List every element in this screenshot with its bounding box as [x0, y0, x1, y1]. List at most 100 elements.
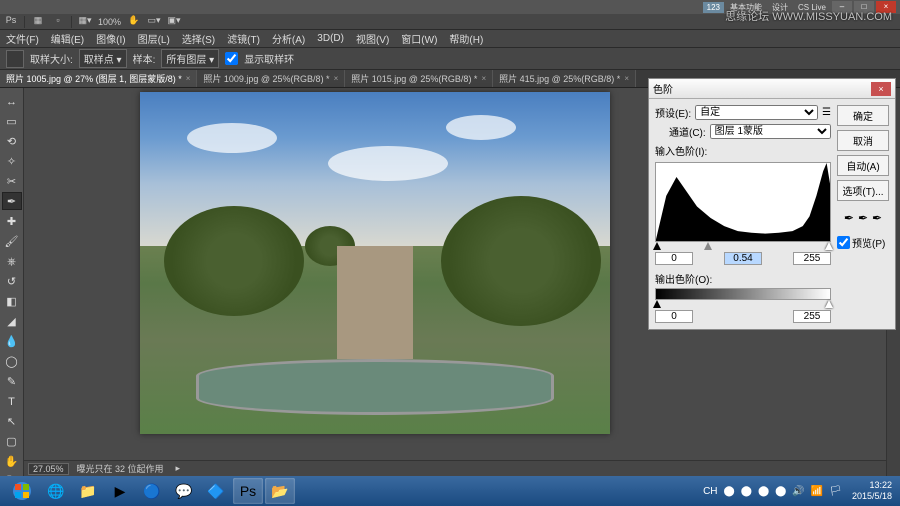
- tray-icon[interactable]: ⬤: [758, 486, 769, 497]
- start-button[interactable]: [4, 478, 40, 504]
- gradient-tool-icon[interactable]: ◢: [2, 312, 22, 330]
- path-tool-icon[interactable]: ↖: [2, 412, 22, 430]
- screen-mode-icon[interactable]: ▣▾: [167, 15, 181, 29]
- taskbar-app-icon[interactable]: 🔷: [201, 478, 231, 504]
- close-icon[interactable]: ×: [334, 74, 339, 83]
- preset-menu-icon[interactable]: ☰: [822, 107, 831, 118]
- options-button[interactable]: 选项(T)...: [837, 180, 889, 201]
- sample-size-select[interactable]: 取样点 ▾: [79, 49, 127, 68]
- dodge-tool-icon[interactable]: ◯: [2, 352, 22, 370]
- blur-tool-icon[interactable]: 💧: [2, 332, 22, 350]
- dialog-titlebar[interactable]: 色阶 ×: [649, 79, 895, 99]
- eraser-tool-icon[interactable]: ◧: [2, 292, 22, 310]
- healing-tool-icon[interactable]: ✚: [2, 212, 22, 230]
- view-extras-icon[interactable]: ▦▾: [78, 15, 92, 29]
- zoom-level-display[interactable]: 100%: [98, 17, 121, 27]
- system-tray: CH ⬤ ⬤ ⬤ ⬤ 🔊 📶 🏳 13:22 2015/5/18: [703, 480, 896, 502]
- arrange-icon[interactable]: ▭▾: [147, 15, 161, 29]
- taskbar-app-icon[interactable]: 💬: [169, 478, 199, 504]
- wand-tool-icon[interactable]: ✧: [2, 152, 22, 170]
- input-black-field[interactable]: [655, 252, 693, 265]
- move-tool-icon[interactable]: ↔: [2, 92, 22, 110]
- eyedropper-black-icon[interactable]: ✒: [844, 211, 854, 225]
- taskbar-explorer-icon[interactable]: 📁: [73, 478, 103, 504]
- tray-lang[interactable]: CH: [703, 486, 717, 497]
- taskbar-app-icon[interactable]: 🔵: [137, 478, 167, 504]
- history-brush-icon[interactable]: ↺: [2, 272, 22, 290]
- dialog-close-icon[interactable]: ×: [871, 82, 891, 96]
- tray-flag-icon[interactable]: 🏳: [829, 486, 842, 497]
- tray-icon[interactable]: ⬤: [724, 486, 735, 497]
- crop-tool-icon[interactable]: ✂: [2, 172, 22, 190]
- windows-taskbar: 🌐 📁 ▶ 🔵 💬 🔷 Ps 📂 CH ⬤ ⬤ ⬤ ⬤ 🔊 📶 🏳 13:22 …: [0, 476, 900, 506]
- channel-select[interactable]: 图层 1蒙版: [710, 124, 831, 139]
- menu-image[interactable]: 图像(I): [96, 31, 125, 46]
- eyedropper-gray-icon[interactable]: ✒: [858, 211, 868, 225]
- menu-view[interactable]: 视图(V): [356, 31, 389, 46]
- type-tool-icon[interactable]: T: [2, 392, 22, 410]
- taskbar-folder-icon[interactable]: 📂: [265, 478, 295, 504]
- document-tab[interactable]: 照片 1009.jpg @ 25%(RGB/8) *×: [197, 70, 345, 87]
- lasso-tool-icon[interactable]: ⟲: [2, 132, 22, 150]
- shape-tool-icon[interactable]: ▢: [2, 432, 22, 450]
- input-sliders[interactable]: [655, 242, 831, 252]
- close-icon[interactable]: ×: [481, 74, 486, 83]
- bridge-icon[interactable]: ▦: [31, 15, 45, 29]
- input-gamma-field[interactable]: [724, 252, 762, 265]
- brush-tool-icon[interactable]: 🖌: [2, 232, 22, 250]
- menu-file[interactable]: 文件(F): [6, 31, 39, 46]
- tool-preset-icon[interactable]: [6, 50, 24, 68]
- hand-icon[interactable]: ✋: [127, 15, 141, 29]
- output-gradient[interactable]: [655, 288, 831, 300]
- menu-help[interactable]: 帮助(H): [449, 31, 483, 46]
- out-black-slider[interactable]: [653, 300, 661, 308]
- stamp-tool-icon[interactable]: ⎈: [2, 252, 22, 270]
- menu-layer[interactable]: 图层(L): [138, 31, 170, 46]
- taskbar-media-icon[interactable]: ▶: [105, 478, 135, 504]
- close-icon[interactable]: ×: [624, 74, 629, 83]
- zoom-field[interactable]: 27.05%: [28, 463, 69, 475]
- input-white-field[interactable]: [793, 252, 831, 265]
- preset-select[interactable]: 自定: [695, 105, 818, 120]
- document-tab[interactable]: 照片 1015.jpg @ 25%(RGB/8) *×: [345, 70, 493, 87]
- tray-icon[interactable]: ⬤: [775, 486, 786, 497]
- menu-3d[interactable]: 3D(D): [317, 33, 344, 44]
- menu-window[interactable]: 窗口(W): [401, 31, 437, 46]
- white-slider[interactable]: [825, 242, 833, 250]
- document-tab[interactable]: 照片 415.jpg @ 25%(RGB/8) *×: [493, 70, 636, 87]
- status-bar: 27.05% 曝光只在 32 位起作用 ▸: [24, 460, 886, 476]
- menu-select[interactable]: 选择(S): [182, 31, 215, 46]
- pen-tool-icon[interactable]: ✎: [2, 372, 22, 390]
- eyedropper-tool-icon[interactable]: ✒: [2, 192, 22, 210]
- cancel-button[interactable]: 取消: [837, 130, 889, 151]
- output-black-field[interactable]: [655, 310, 693, 323]
- tray-network-icon[interactable]: 📶: [811, 486, 823, 497]
- preview-checkbox[interactable]: [837, 236, 850, 249]
- output-sliders[interactable]: [655, 300, 831, 310]
- tray-volume-icon[interactable]: 🔊: [792, 486, 804, 497]
- minibridge-icon[interactable]: ▫: [51, 15, 65, 29]
- document-tab[interactable]: 照片 1005.jpg @ 27% (图层 1, 图层蒙版/8) *×: [0, 70, 197, 87]
- sample-select[interactable]: 所有图层 ▾: [161, 49, 219, 68]
- output-white-field[interactable]: [793, 310, 831, 323]
- gamma-slider[interactable]: [704, 242, 712, 250]
- taskbar-ie-icon[interactable]: 🌐: [41, 478, 71, 504]
- document-canvas[interactable]: [140, 92, 610, 434]
- show-ring-checkbox[interactable]: [225, 52, 238, 65]
- workspace-badge[interactable]: 123: [703, 2, 724, 13]
- levels-dialog: 色阶 × 预设(E): 自定 ☰ 通道(C): 图层 1蒙版 输入色阶(I):: [648, 78, 896, 330]
- ok-button[interactable]: 确定: [837, 105, 889, 126]
- black-slider[interactable]: [653, 242, 661, 250]
- marquee-tool-icon[interactable]: ▭: [2, 112, 22, 130]
- auto-button[interactable]: 自动(A): [837, 155, 889, 176]
- taskbar-photoshop-icon[interactable]: Ps: [233, 478, 263, 504]
- eyedropper-white-icon[interactable]: ✒: [872, 211, 882, 225]
- menu-analyze[interactable]: 分析(A): [272, 31, 305, 46]
- menu-filter[interactable]: 滤镜(T): [227, 31, 260, 46]
- close-icon[interactable]: ×: [186, 74, 191, 83]
- out-white-slider[interactable]: [825, 300, 833, 308]
- tray-icon[interactable]: ⬤: [741, 486, 752, 497]
- taskbar-clock[interactable]: 13:22 2015/5/18: [848, 480, 896, 502]
- hand-tool-icon[interactable]: ✋: [2, 452, 22, 470]
- menu-edit[interactable]: 编辑(E): [51, 31, 84, 46]
